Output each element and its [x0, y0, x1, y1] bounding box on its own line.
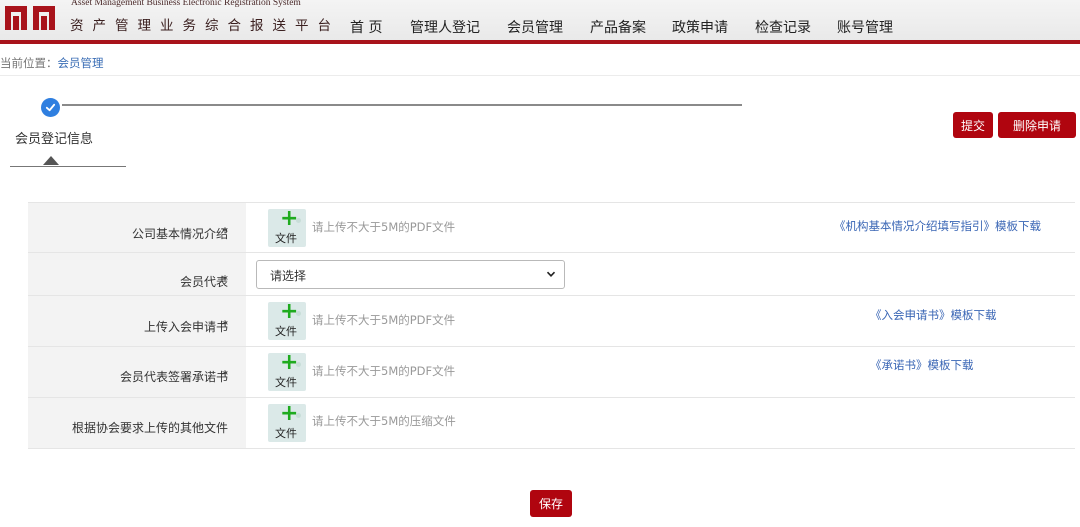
upload-hint: 请上传不大于5M的PDF文件 [312, 220, 456, 234]
logo-icon [5, 6, 55, 30]
form-row-company-intro: 公司基本情况介绍 * + 文件 请上传不大于5M的PDF文件 《机构基本情况介绍填… [28, 202, 1075, 252]
field-label: 会员代表签署承诺书 [119, 370, 228, 384]
select-value: 请选择 [270, 269, 307, 283]
field-label: 根据协会要求上传的其他文件 [71, 421, 228, 435]
field-label-cell: 会员代表签署承诺书 * [28, 347, 246, 397]
submit-button[interactable]: 提交 [953, 112, 993, 138]
upload-file-button[interactable]: + 文件 [268, 402, 306, 442]
step-progress-line [62, 104, 742, 106]
step-label[interactable]: 会员登记信息 [15, 128, 93, 147]
upload-file-button[interactable]: + 文件 [268, 207, 306, 247]
required-mark: * [222, 368, 228, 382]
upload-hint: 请上传不大于5M的PDF文件 [312, 364, 456, 378]
nav-manager-registration[interactable]: 管理人登记 [410, 17, 480, 37]
field-label-cell: 上传入会申请书 * [28, 296, 246, 346]
field-label-cell: 会员代表 * [28, 253, 246, 295]
required-mark: * [222, 273, 228, 287]
upload-hint: 请上传不大于5M的PDF文件 [312, 313, 456, 327]
field-label: 公司基本情况介绍 [131, 227, 228, 241]
breadcrumb: 当前位置：会员管理 [0, 55, 104, 71]
delete-application-button[interactable]: 删除申请 [998, 112, 1076, 138]
upload-file-button[interactable]: + 文件 [268, 351, 306, 391]
step-underline [10, 166, 126, 167]
save-button[interactable]: 保存 [530, 490, 572, 517]
check-icon [45, 103, 56, 112]
template-download-link[interactable]: 《承诺书》模板下载 [870, 357, 974, 373]
caret-up-icon [43, 156, 59, 165]
member-representative-select[interactable]: 请选择 [256, 260, 565, 289]
upload-file-button[interactable]: + 文件 [268, 300, 306, 340]
member-registration-form: 公司基本情况介绍 * + 文件 请上传不大于5M的PDF文件 《机构基本情况介绍填… [28, 202, 1075, 449]
top-header: Asset Management Business Electronic Reg… [0, 0, 1080, 44]
upload-button-label: 文件 [275, 325, 297, 338]
field-label: 上传入会申请书 [143, 320, 228, 334]
nav-member-management[interactable]: 会员管理 [507, 17, 563, 37]
upload-button-label: 文件 [275, 427, 297, 440]
nav-account-management[interactable]: 账号管理 [837, 17, 893, 37]
nav-home[interactable]: 首 页 [350, 17, 382, 37]
field-label-cell: 根据协会要求上传的其他文件 [28, 398, 246, 448]
chevron-down-icon [546, 271, 556, 277]
field-label-cell: 公司基本情况介绍 * [28, 203, 246, 252]
required-mark: * [222, 225, 228, 239]
form-row-commitment-letter: 会员代表签署承诺书 * + 文件 请上传不大于5M的PDF文件 《承诺书》模板下载 [28, 346, 1075, 397]
template-download-link[interactable]: 《入会申请书》模板下载 [870, 307, 997, 323]
step-complete-icon [41, 98, 60, 117]
upload-button-label: 文件 [275, 376, 297, 389]
field-label: 会员代表 [179, 275, 228, 289]
template-download-link[interactable]: 《机构基本情况介绍填写指引》模板下载 [834, 218, 1041, 234]
form-row-membership-application: 上传入会申请书 * + 文件 请上传不大于5M的PDF文件 《入会申请书》模板下载 [28, 295, 1075, 346]
upload-button-label: 文件 [275, 232, 297, 245]
nav-inspection-records[interactable]: 检查记录 [755, 17, 811, 37]
nav-product-filing[interactable]: 产品备案 [590, 17, 646, 37]
form-row-member-representative: 会员代表 * 请选择 [28, 252, 1075, 295]
upload-hint: 请上传不大于5M的压缩文件 [312, 414, 456, 428]
breadcrumb-current[interactable]: 会员管理 [58, 56, 104, 70]
system-title-en: Asset Management Business Electronic Reg… [71, 0, 301, 8]
nav-policy-application[interactable]: 政策申请 [672, 17, 728, 37]
divider [0, 75, 1080, 76]
system-title-cn: 资产管理业务综合报送平台 [70, 18, 340, 34]
breadcrumb-prefix: 当前位置： [0, 56, 58, 70]
form-row-other-files: 根据协会要求上传的其他文件 + 文件 请上传不大于5M的压缩文件 [28, 397, 1075, 449]
required-mark: * [222, 318, 228, 332]
